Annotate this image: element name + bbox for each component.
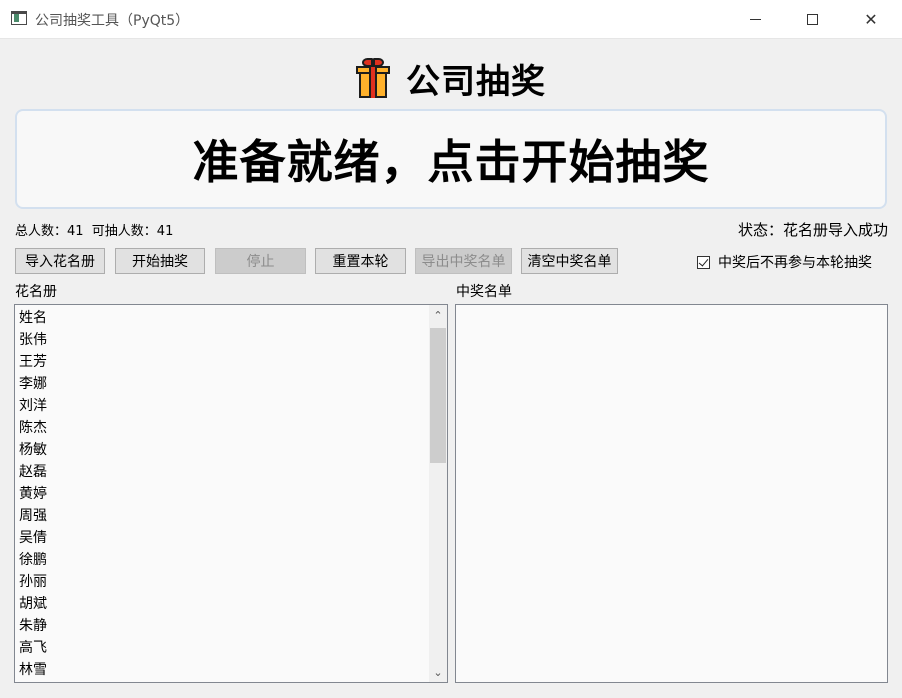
close-button[interactable]: ✕ xyxy=(848,0,894,38)
list-item[interactable]: 陈杰 xyxy=(15,417,429,439)
exclude-winners-label: 中奖后不再参与本轮抽奖 xyxy=(718,255,872,271)
minimize-icon xyxy=(749,18,761,20)
list-item[interactable]: 刘洋 xyxy=(15,395,429,417)
roster-list[interactable]: 姓名 张伟 王芳 李娜 刘洋 陈杰 杨敏 赵磊 黄婷 周强 吴倩 徐鹏 孙丽 胡斌 朱静 高飞 林雪 ⌃ ⌄ xyxy=(14,304,448,683)
list-item[interactable]: 杨敏 xyxy=(15,439,429,461)
list-item[interactable]: 徐鹏 xyxy=(15,549,429,571)
list-item[interactable]: 高飞 xyxy=(15,637,429,659)
roster-items: 姓名 张伟 王芳 李娜 刘洋 陈杰 杨敏 赵磊 黄婷 周强 吴倩 徐鹏 孙丽 胡斌 朱静 高飞 林雪 xyxy=(15,305,429,682)
roster-header-item[interactable]: 姓名 xyxy=(15,307,429,329)
gift-icon xyxy=(356,58,390,98)
exclude-winners-checkbox[interactable]: 中奖后不再参与本轮抽奖 xyxy=(697,252,872,272)
winners-label: 中奖名单 xyxy=(456,284,512,300)
status-text: 状态：花名册导入成功 xyxy=(737,221,888,239)
list-item[interactable]: 张伟 xyxy=(15,329,429,351)
list-item[interactable]: 赵磊 xyxy=(15,461,429,483)
reset-round-button[interactable]: 重置本轮 xyxy=(315,248,406,274)
scroll-up-icon[interactable]: ⌃ xyxy=(429,305,447,325)
app-title: 公司抽奖 xyxy=(406,61,546,102)
list-item[interactable]: 林雪 xyxy=(15,659,429,681)
list-item[interactable]: 李娜 xyxy=(15,373,429,395)
stop-button[interactable]: 停止 xyxy=(215,248,306,274)
minimize-button[interactable] xyxy=(732,0,778,38)
start-draw-button[interactable]: 开始抽奖 xyxy=(115,248,205,274)
clear-winners-button[interactable]: 清空中奖名单 xyxy=(521,248,618,274)
list-item[interactable]: 王芳 xyxy=(15,351,429,373)
winners-list[interactable] xyxy=(455,304,888,683)
list-item[interactable]: 朱静 xyxy=(15,615,429,637)
list-item[interactable]: 孙丽 xyxy=(15,571,429,593)
export-winners-button[interactable]: 导出中奖名单 xyxy=(415,248,512,274)
banner-text: 准备就绪，点击开始抽奖 xyxy=(192,135,710,189)
app-header: 公司抽奖 xyxy=(0,52,902,104)
import-roster-button[interactable]: 导入花名册 xyxy=(15,248,105,274)
list-item[interactable]: 吴倩 xyxy=(15,527,429,549)
list-item[interactable]: 胡斌 xyxy=(15,593,429,615)
participant-counts: 总人数：41 可抽人数：41 xyxy=(15,224,174,239)
title-bar: 公司抽奖工具（PyQt5） ✕ xyxy=(0,0,902,39)
roster-scrollbar[interactable]: ⌃ ⌄ xyxy=(429,305,447,682)
list-item[interactable]: 黄婷 xyxy=(15,483,429,505)
maximize-icon xyxy=(806,13,818,25)
scroll-thumb[interactable] xyxy=(430,328,446,463)
maximize-button[interactable] xyxy=(789,0,835,38)
close-icon: ✕ xyxy=(864,9,878,29)
checkbox-checked-icon[interactable] xyxy=(697,255,710,269)
list-item[interactable]: 周强 xyxy=(15,505,429,527)
draw-result-banner: 准备就绪，点击开始抽奖 xyxy=(15,109,887,209)
app-window-icon xyxy=(11,11,27,25)
roster-label: 花名册 xyxy=(15,284,57,300)
scroll-down-icon[interactable]: ⌄ xyxy=(429,662,447,682)
window-title: 公司抽奖工具（PyQt5） xyxy=(35,13,190,29)
